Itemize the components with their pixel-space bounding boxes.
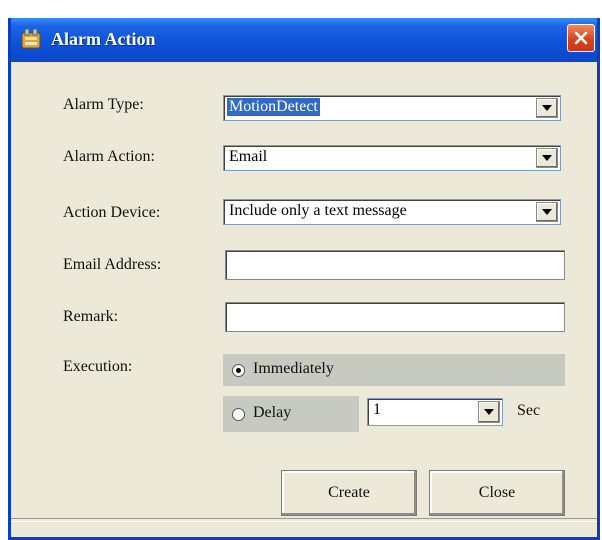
email-address-field[interactable] [225, 250, 565, 280]
alarm-action-dropdown-button[interactable] [536, 148, 558, 168]
action-device-dropdown-button[interactable] [536, 202, 558, 222]
alarm-type-label: Alarm Type: [63, 96, 144, 113]
execution-label: Execution: [63, 358, 133, 375]
delay-dropdown-button[interactable] [478, 401, 500, 423]
chevron-down-icon [542, 209, 552, 215]
alarm-action-label: Alarm Action: [63, 148, 155, 165]
title-bar[interactable]: Alarm Action [11, 18, 597, 62]
alarm-app-icon [21, 28, 41, 49]
alarm-action-select[interactable]: Email [223, 145, 561, 171]
remark-label: Remark: [63, 308, 119, 325]
chevron-down-icon [484, 409, 494, 415]
delay-radio[interactable] [232, 408, 245, 421]
chevron-down-icon [542, 105, 552, 111]
remark-field[interactable] [225, 302, 565, 332]
alarm-type-select[interactable]: MotionDetect [223, 95, 561, 121]
alarm-action-dialog: Alarm Action Alarm Type: MotionDetect Al… [8, 18, 600, 540]
immediately-radio[interactable] [232, 364, 245, 377]
bottom-divider [11, 518, 597, 522]
chevron-down-icon [542, 155, 552, 161]
alarm-type-value: MotionDetect [227, 98, 320, 116]
delay-unit-label: Sec [517, 402, 541, 419]
delay-option[interactable]: Delay [223, 396, 359, 432]
action-device-value: Include only a text message [229, 202, 407, 219]
immediately-label: Immediately [253, 360, 334, 377]
action-device-select[interactable]: Include only a text message [223, 199, 561, 225]
delay-label: Delay [253, 404, 292, 421]
window-title: Alarm Action [51, 29, 156, 49]
immediately-option[interactable]: Immediately [223, 354, 565, 386]
alarm-type-dropdown-button[interactable] [536, 98, 558, 118]
close-button[interactable]: Close [429, 470, 565, 516]
alarm-action-value: Email [229, 148, 268, 165]
create-button[interactable]: Create [281, 470, 417, 516]
delay-value: 1 [373, 401, 381, 418]
email-address-label: Email Address: [63, 256, 162, 273]
close-window-button[interactable] [567, 24, 595, 52]
action-device-label: Action Device: [63, 204, 161, 221]
delay-value-select[interactable]: 1 [367, 398, 503, 426]
close-icon [574, 31, 588, 45]
